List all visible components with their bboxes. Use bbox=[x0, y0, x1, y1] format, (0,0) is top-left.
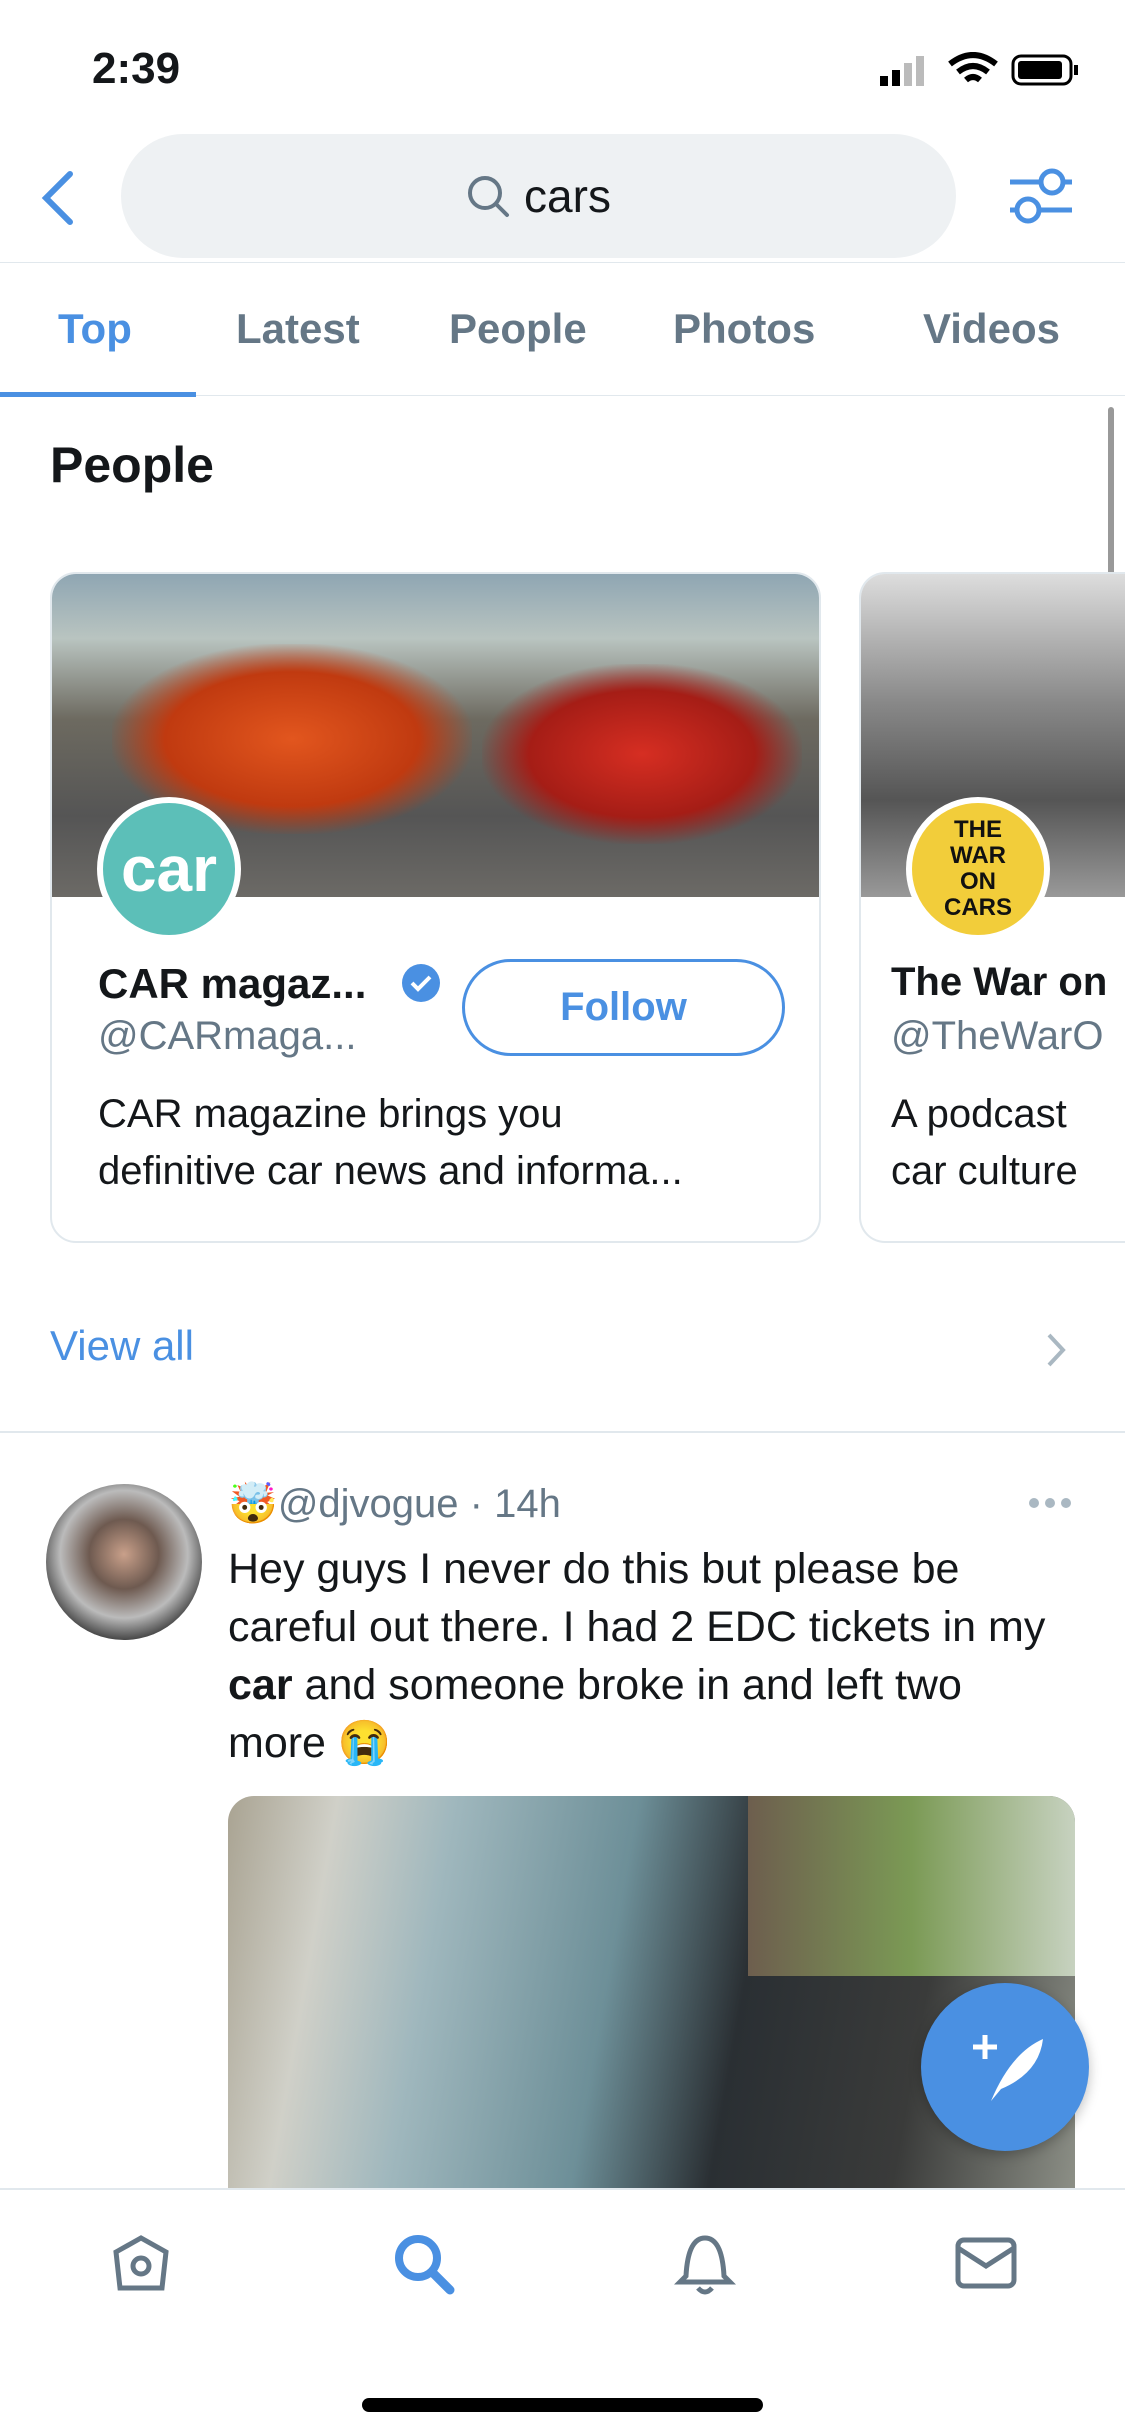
person-bio-line: CAR magazine brings you bbox=[98, 1092, 563, 1136]
avatar-logo: car bbox=[120, 833, 218, 905]
more-icon[interactable] bbox=[1028, 1496, 1072, 1510]
avatar-logo: THE WAR ON CARS bbox=[943, 816, 1012, 921]
chevron-left-icon bbox=[41, 171, 73, 225]
view-all-link[interactable]: View all bbox=[50, 1322, 194, 1370]
tab-latest[interactable]: Latest bbox=[236, 305, 360, 353]
status-time: 2:39 bbox=[92, 44, 181, 93]
scrollbar[interactable] bbox=[1108, 407, 1114, 594]
person-name: The War on bbox=[891, 960, 1108, 1004]
search-input[interactable]: cars bbox=[121, 134, 956, 258]
name-emoji: 🤯 bbox=[228, 1482, 278, 1526]
chevron-right-icon bbox=[1047, 1333, 1066, 1367]
person-name: CAR magaz... bbox=[98, 960, 367, 1007]
search-icon bbox=[468, 176, 510, 217]
notifications-bell-icon[interactable] bbox=[674, 2230, 736, 2296]
tweet-handle[interactable]: @djvogue bbox=[278, 1482, 459, 1526]
sliders-icon bbox=[1010, 168, 1072, 224]
search-query: cars bbox=[524, 170, 611, 222]
people-heading: People bbox=[50, 437, 214, 493]
bottom-tab-bar bbox=[0, 2188, 1125, 2436]
compose-feather-icon bbox=[973, 2035, 1043, 2101]
home-indicator bbox=[362, 2398, 763, 2412]
tweet-text: Hey guys I never do this but please be c… bbox=[228, 1540, 1048, 1772]
compose-tweet-button[interactable] bbox=[921, 1983, 1089, 2151]
messages-envelope-icon[interactable] bbox=[954, 2236, 1018, 2290]
search-icon[interactable] bbox=[392, 2232, 456, 2296]
person-bio-line: definitive car news and informa... bbox=[98, 1149, 683, 1193]
tab-people[interactable]: People bbox=[449, 305, 587, 353]
verified-badge-icon bbox=[402, 964, 440, 1002]
tab-top[interactable]: Top bbox=[58, 305, 132, 353]
follow-button[interactable]: Follow bbox=[462, 959, 785, 1056]
avatar[interactable]: THE WAR ON CARS bbox=[906, 797, 1050, 941]
person-bio-line: A podcast bbox=[891, 1092, 1067, 1136]
tweet-text-part: and someone broke in and left two more 😭 bbox=[228, 1661, 962, 1767]
divider bbox=[0, 1431, 1125, 1433]
search-filter-button[interactable] bbox=[1006, 164, 1076, 233]
search-tabs: Top Latest People Photos Videos bbox=[0, 262, 1125, 397]
status-icons bbox=[878, 52, 1088, 88]
tweet-header: 🤯@djvogue · 14h bbox=[228, 1482, 561, 1526]
person-card[interactable]: car CAR magaz... @CARmaga... Follow CAR … bbox=[50, 572, 821, 1243]
back-button[interactable] bbox=[38, 168, 78, 233]
person-handle: @CARmaga... bbox=[98, 1014, 357, 1058]
home-icon[interactable] bbox=[110, 2232, 172, 2294]
tab-photos[interactable]: Photos bbox=[673, 305, 815, 353]
signal-wifi-battery-icon bbox=[880, 52, 1078, 86]
tab-videos[interactable]: Videos bbox=[923, 305, 1060, 353]
person-card[interactable]: THE WAR ON CARS The War on @TheWarO A po… bbox=[859, 572, 1125, 1243]
search-highlight: car bbox=[228, 1661, 293, 1709]
tweet-text-part: Hey guys I never do this but please be c… bbox=[228, 1545, 1046, 1651]
avatar[interactable]: car bbox=[97, 797, 241, 941]
tweet-time: 14h bbox=[494, 1482, 561, 1526]
person-handle: @TheWarO bbox=[891, 1014, 1104, 1058]
person-bio-line: car culture bbox=[891, 1149, 1078, 1193]
tweet-avatar[interactable] bbox=[46, 1484, 202, 1640]
active-tab-indicator bbox=[0, 392, 196, 397]
